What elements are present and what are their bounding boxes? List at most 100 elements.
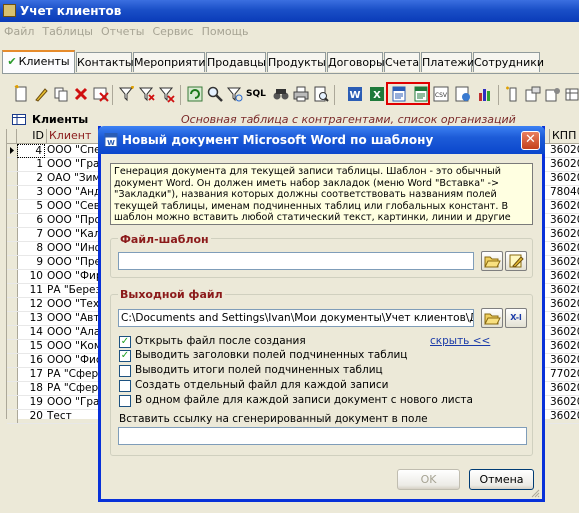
word-export-icon[interactable]: W	[346, 85, 364, 103]
cell-id[interactable]: 16	[17, 354, 45, 366]
cell-kpp[interactable]: 360201	[550, 284, 579, 296]
cell-kpp[interactable]: 360201	[550, 172, 579, 184]
show-headers-checkbox[interactable]: ✓	[119, 350, 131, 362]
sql-icon[interactable]: SQL	[246, 85, 268, 103]
report-icon[interactable]	[454, 85, 472, 103]
cell-id[interactable]: 2	[17, 172, 45, 184]
query-filter-icon[interactable]	[226, 85, 244, 103]
edit-template-button[interactable]	[505, 251, 527, 271]
separate-file-checkbox[interactable]	[119, 380, 131, 392]
cell-kpp[interactable]: 360201	[550, 158, 579, 170]
cell-kpp[interactable]: 360201	[550, 382, 579, 394]
refresh-icon[interactable]	[186, 85, 204, 103]
print-icon[interactable]	[292, 85, 310, 103]
tab-payments[interactable]: Платежи	[421, 52, 474, 72]
new-record-icon[interactable]	[12, 85, 30, 103]
cell-id[interactable]: 3	[17, 186, 45, 198]
cell-id[interactable]: 7	[17, 228, 45, 240]
delete-table-icon[interactable]	[92, 85, 110, 103]
structure-icon[interactable]	[564, 85, 579, 103]
output-file-input[interactable]: C:\Documents and Settings\Ivan\Мои докум…	[118, 309, 474, 327]
tab-contacts[interactable]: Контакты	[76, 52, 134, 72]
delete-icon[interactable]	[72, 85, 90, 103]
cell-kpp[interactable]: 360201	[550, 214, 579, 226]
cell-kpp[interactable]: 360201	[550, 200, 579, 212]
cell-id[interactable]: 1	[17, 158, 45, 170]
tab-clients[interactable]: ✔ Клиенты	[2, 50, 75, 73]
excel-export-icon[interactable]: X	[368, 85, 386, 103]
settings-icon[interactable]	[544, 85, 562, 103]
resize-grip-icon[interactable]	[530, 488, 540, 498]
tab-events[interactable]: Мероприятия	[133, 52, 212, 72]
cell-kpp[interactable]: 360201	[550, 326, 579, 338]
chart-icon[interactable]	[476, 85, 494, 103]
cell-kpp[interactable]: 360201	[550, 144, 579, 156]
tab-contracts[interactable]: Договоры	[327, 52, 385, 72]
tab-invoices[interactable]: Счета	[384, 52, 420, 72]
browse-output-button[interactable]	[481, 308, 503, 328]
menu-file[interactable]: Файл	[0, 22, 38, 42]
copy-icon[interactable]	[52, 85, 70, 103]
cell-kpp[interactable]: 360201	[550, 410, 579, 422]
cell-id[interactable]: 17	[17, 368, 45, 380]
menu-service[interactable]: Сервис	[148, 22, 197, 42]
cell-kpp[interactable]: 360201	[550, 312, 579, 324]
cell-id[interactable]: 8	[17, 242, 45, 254]
open-after-create-checkbox[interactable]: ✓	[119, 336, 131, 348]
xl-button[interactable]: X-l	[505, 308, 527, 328]
tab-sellers[interactable]: Продавцы	[206, 52, 266, 72]
filter-icon[interactable]	[118, 85, 136, 103]
cell-kpp[interactable]: 780401	[550, 186, 579, 198]
dialog-close-button[interactable]: ✕	[521, 131, 540, 150]
new-sheet-checkbox[interactable]	[119, 395, 131, 407]
binoculars-icon[interactable]	[272, 85, 290, 103]
cell-id[interactable]: 11	[17, 284, 45, 296]
menu-tables[interactable]: Таблицы	[38, 22, 97, 42]
remove-filter-icon[interactable]	[158, 85, 176, 103]
search-icon[interactable]	[206, 85, 224, 103]
cell-id[interactable]: 15	[17, 340, 45, 352]
cell-id[interactable]: 5	[17, 200, 45, 212]
cell-id[interactable]: 12	[17, 298, 45, 310]
menu-reports[interactable]: Отчеты	[97, 22, 148, 42]
properties-icon[interactable]	[524, 85, 542, 103]
cancel-button[interactable]: Отмена	[469, 469, 534, 490]
insert-column-icon[interactable]	[504, 85, 522, 103]
column-header-kpp[interactable]: КПП	[550, 129, 579, 144]
show-totals-checkbox[interactable]	[119, 365, 131, 377]
cell-id[interactable]: 14	[17, 326, 45, 338]
template-file-input[interactable]	[118, 252, 474, 270]
cell-kpp[interactable]: 360201	[550, 256, 579, 268]
cell-id[interactable]: 18	[17, 382, 45, 394]
cell-kpp[interactable]: 360201	[550, 298, 579, 310]
tab-products[interactable]: Продукты	[267, 52, 326, 72]
hide-options-link[interactable]: скрыть <<	[430, 335, 490, 347]
insert-link-input[interactable]	[118, 427, 527, 445]
csv-export-icon[interactable]: CSV	[432, 85, 450, 103]
cell-kpp[interactable]: 360201	[550, 354, 579, 366]
cell-kpp[interactable]: 360201	[550, 270, 579, 282]
open-after-create-label: Открыть файл после создания	[135, 335, 306, 347]
cell-id[interactable]: 9	[17, 256, 45, 268]
cell-kpp[interactable]: 360201	[550, 396, 579, 408]
cell-kpp[interactable]: 360201	[550, 228, 579, 240]
cell-kpp[interactable]: 360201	[550, 242, 579, 254]
menu-help[interactable]: Помощь	[198, 22, 253, 42]
cell-id[interactable]: 10	[17, 270, 45, 282]
cell-id[interactable]: 6	[17, 214, 45, 226]
ok-button[interactable]: OK	[397, 469, 460, 490]
edit-icon[interactable]	[32, 85, 50, 103]
clear-filter-icon[interactable]	[138, 85, 156, 103]
column-header-id[interactable]: ID	[17, 129, 47, 144]
menu-bar: Файл Таблицы Отчеты Сервис Помощь	[0, 22, 579, 42]
cell-kpp[interactable]: 360201	[550, 340, 579, 352]
cell-id[interactable]: 20	[17, 410, 45, 422]
preview-icon[interactable]	[312, 85, 330, 103]
cell-kpp[interactable]: 770201	[550, 368, 579, 380]
cell-id[interactable]: 13	[17, 312, 45, 324]
open-template-button[interactable]	[481, 251, 503, 271]
cell-id[interactable]: 19	[17, 396, 45, 408]
tab-employees[interactable]: Сотрудники	[473, 52, 544, 72]
table-tabs: ✔ Клиенты Контакты Мероприятия Продавцы П…	[2, 50, 579, 74]
cell-id[interactable]: 4	[17, 144, 45, 158]
